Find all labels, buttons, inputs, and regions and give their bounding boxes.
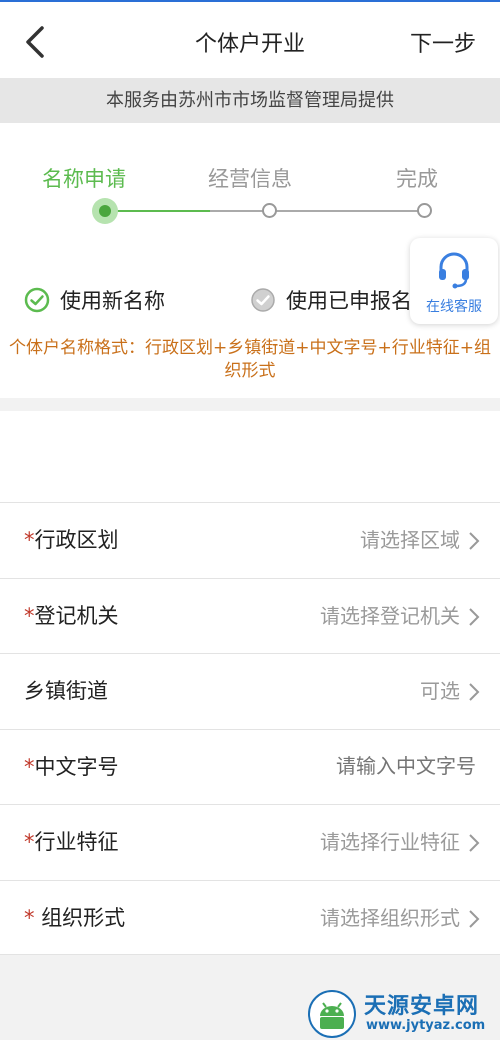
online-service-button[interactable]: 在线客服 bbox=[410, 238, 498, 324]
row-placeholder: 请选择区域 bbox=[360, 528, 460, 552]
watermark-url: www.jytyaz.com bbox=[366, 1018, 486, 1033]
step-label-business-info: 经营信息 bbox=[208, 167, 292, 191]
chevron-right-icon bbox=[469, 834, 480, 852]
radio-use-declared-name[interactable]: 使用已申报名称 bbox=[250, 285, 433, 315]
check-circle-icon bbox=[24, 287, 50, 313]
step-dot bbox=[417, 203, 432, 218]
form-row-administrative-division[interactable]: *行政区划 请选择区域 bbox=[0, 502, 500, 578]
chevron-right-icon bbox=[469, 607, 480, 626]
chevron-right-icon bbox=[469, 683, 480, 701]
headset-icon bbox=[439, 252, 469, 289]
step-progress-line-done bbox=[110, 210, 210, 212]
row-placeholder: 请选择行业特征 bbox=[320, 830, 460, 854]
required-mark: * bbox=[24, 905, 42, 930]
next-step-button[interactable]: 下一步 bbox=[410, 26, 476, 58]
form-row-industry-feature[interactable]: *行业特征 请选择行业特征 bbox=[0, 804, 500, 880]
chevron-right-icon bbox=[469, 532, 480, 550]
row-label: 乡镇街道 bbox=[24, 679, 108, 703]
row-label: *行政区划 bbox=[24, 528, 119, 552]
step-label-complete: 完成 bbox=[396, 167, 438, 191]
required-mark: * bbox=[24, 603, 35, 628]
required-mark: * bbox=[24, 754, 35, 779]
check-circle-icon bbox=[251, 288, 275, 312]
row-label: *中文字号 bbox=[24, 754, 119, 779]
form-row-organization-form[interactable]: * 组织形式 请选择组织形式 bbox=[0, 879, 500, 955]
row-label: *登记机关 bbox=[24, 603, 119, 628]
site-watermark: 天源安卓网 www.jytyaz.com bbox=[300, 988, 500, 1040]
chevron-right-icon bbox=[469, 909, 480, 928]
row-placeholder: 可选 bbox=[420, 679, 460, 703]
online-service-label: 在线客服 bbox=[426, 299, 482, 315]
step-label-name-application: 名称申请 bbox=[42, 167, 126, 191]
chinese-trade-name-input[interactable] bbox=[256, 729, 476, 804]
blank-section bbox=[0, 411, 500, 502]
form-row-town-street[interactable]: 乡镇街道 可选 bbox=[0, 653, 500, 729]
android-robot-logo-icon bbox=[308, 990, 356, 1038]
radio-label: 使用新名称 bbox=[60, 289, 165, 313]
required-mark: * bbox=[24, 528, 35, 552]
service-provider-banner: 本服务由苏州市市场监督管理局提供 bbox=[0, 78, 500, 123]
row-placeholder: 请选择组织形式 bbox=[320, 905, 460, 930]
step-dot bbox=[262, 203, 277, 218]
name-form-list: *行政区划 请选择区域 *登记机关 请选择登记机关 乡镇街道 可选 *中文字号 … bbox=[0, 502, 500, 955]
row-label: *行业特征 bbox=[24, 830, 119, 854]
row-placeholder: 请选择登记机关 bbox=[320, 603, 460, 628]
form-row-chinese-trade-name[interactable]: *中文字号 bbox=[0, 728, 500, 805]
step-progress-line bbox=[276, 210, 420, 212]
top-navigation-bar: 个体户开业 下一步 bbox=[0, 0, 500, 78]
row-label: * 组织形式 bbox=[24, 905, 126, 930]
required-mark: * bbox=[24, 830, 35, 854]
form-row-registration-authority[interactable]: *登记机关 请选择登记机关 bbox=[0, 577, 500, 654]
step-progress-line bbox=[210, 210, 265, 212]
name-format-hint: 个体户名称格式：行政区划+乡镇街道+中文字号+行业特征+组织形式 bbox=[9, 338, 491, 381]
step-dot-current bbox=[92, 198, 118, 224]
watermark-title: 天源安卓网 bbox=[364, 994, 480, 1019]
radio-use-new-name[interactable]: 使用新名称 bbox=[24, 285, 165, 315]
